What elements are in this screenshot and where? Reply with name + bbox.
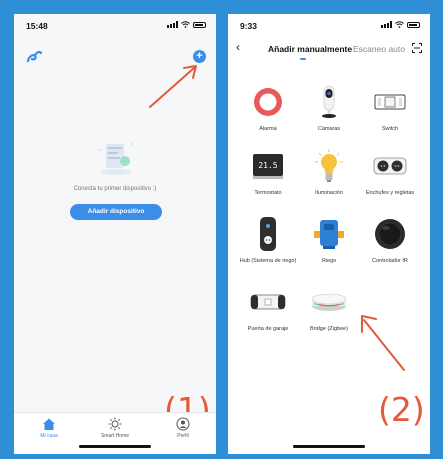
tab-auto-scan[interactable]: Escaneo auto xyxy=(353,44,405,54)
device-thermostat[interactable]: 21.5 Termostato xyxy=(235,148,301,197)
device-label: Controlador IR xyxy=(372,258,408,264)
device-label: Termostato xyxy=(254,190,282,196)
battery-icon xyxy=(407,21,420,28)
device-hub-irrigation[interactable]: Hub (Sistema de riego) xyxy=(235,216,301,265)
home-icon xyxy=(43,418,55,430)
status-bar: 15:48 xyxy=(14,14,216,36)
signal-icon xyxy=(381,21,392,28)
device-ir-controller[interactable]: Controlador IR xyxy=(357,216,423,265)
thermostat-icon: 21.5 xyxy=(253,154,283,179)
home-indicator xyxy=(293,445,365,448)
device-cameras[interactable]: Cámaras xyxy=(296,84,362,133)
tab-bar: Mi casa Smart Home Perfil xyxy=(14,412,216,454)
profile-icon xyxy=(176,417,190,431)
ir-controller-icon xyxy=(375,219,405,249)
empty-message: Conecta tu primer dispositivo :) xyxy=(73,186,157,192)
device-label: Puerta de garaje xyxy=(247,326,289,332)
device-label: Iluminación xyxy=(315,190,343,196)
camera-icon xyxy=(322,85,336,118)
tab-home[interactable]: Mi casa xyxy=(24,417,74,439)
back-chevron-icon[interactable]: ‹ xyxy=(236,40,240,54)
bulb-icon xyxy=(315,149,343,182)
device-plugs[interactable]: Enchufes y regletas xyxy=(357,148,423,197)
tab-add-manually[interactable]: Añadir manualmente xyxy=(268,44,352,54)
device-alarm[interactable]: Alarma xyxy=(235,84,301,133)
tab-smart-home-label: Smart Home xyxy=(100,433,130,439)
tab-home-label: Mi casa xyxy=(40,433,58,439)
device-label: Cámaras xyxy=(317,126,341,132)
sun-icon xyxy=(108,417,122,431)
hub-icon xyxy=(260,217,276,251)
empty-devices-illustration-icon xyxy=(99,143,133,175)
plug-icon xyxy=(373,157,407,175)
alarm-icon xyxy=(254,88,282,116)
app-logo-icon xyxy=(26,50,42,63)
device-switch[interactable]: Switch xyxy=(357,84,423,133)
status-icons xyxy=(167,21,206,28)
signal-icon xyxy=(167,21,178,28)
wifi-icon xyxy=(395,21,404,28)
thermostat-reading: 21.5 xyxy=(258,161,277,170)
status-time: 15:48 xyxy=(26,21,48,31)
tab-smart-home[interactable]: Smart Home xyxy=(90,417,140,439)
device-label: Switch xyxy=(381,126,399,132)
tab-profile-label: Perfil xyxy=(177,433,189,439)
step-label-2: (2) xyxy=(378,390,425,429)
switch-icon xyxy=(374,94,406,110)
device-garage-door[interactable]: Puerta de garaje xyxy=(235,284,301,333)
add-device-button[interactable]: Añadir dispositivo xyxy=(70,204,162,220)
device-lighting[interactable]: Iluminación xyxy=(296,148,362,197)
device-label: Alarma xyxy=(259,126,277,132)
battery-icon xyxy=(193,21,206,28)
tab-profile[interactable]: Perfil xyxy=(158,417,208,439)
phone-screen-home: 15:48 + Conecta tu primer dispositivo :)… xyxy=(14,14,216,454)
status-bar: 9:33 xyxy=(228,14,430,36)
device-label: Hub (Sistema de riego) xyxy=(239,258,297,264)
irrigation-icon xyxy=(314,220,344,249)
garage-icon xyxy=(250,294,286,310)
wifi-icon xyxy=(181,21,190,28)
device-label: Riego xyxy=(321,258,337,264)
device-irrigation[interactable]: Riego xyxy=(296,216,362,265)
device-label: Enchufes y regletas xyxy=(365,190,415,196)
annotation-arrow-2 xyxy=(361,315,405,371)
top-nav: ‹ Añadir manualmente Escaneo auto xyxy=(228,36,430,60)
status-icons xyxy=(381,21,420,28)
annotation-arrow-1 xyxy=(149,65,197,108)
active-tab-indicator xyxy=(300,58,306,60)
phone-screen-add-device: 9:33 ‹ Añadir manualmente Escaneo auto A… xyxy=(228,14,430,454)
scan-qr-icon[interactable] xyxy=(412,43,422,53)
status-time: 9:33 xyxy=(240,21,258,31)
bridge-icon xyxy=(311,293,347,311)
home-indicator xyxy=(79,445,151,448)
